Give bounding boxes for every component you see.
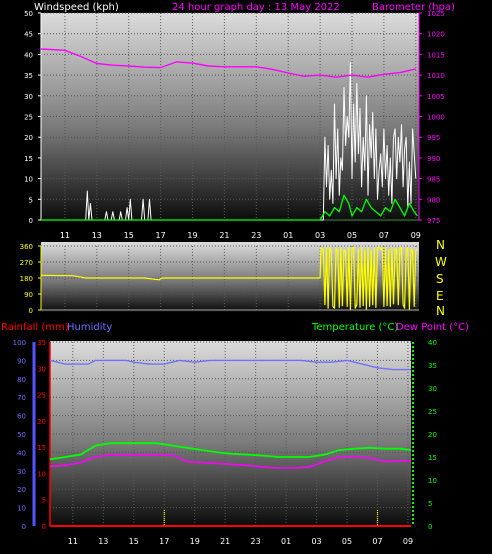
x-tick-label: 15 — [129, 537, 139, 546]
wind-tick-label: 15 — [24, 155, 33, 163]
rain-tick-label: 25 — [37, 392, 46, 400]
x-tick-label: 23 — [251, 231, 261, 240]
x-tick-label: 09 — [411, 231, 421, 240]
temperature-tick-label: 15 — [428, 454, 437, 462]
rain-tick-label: 20 — [37, 418, 46, 426]
rainfall-label: Rainfall (mm) — [1, 322, 69, 333]
graph-title: 24 hour graph day : 13 May 2022 — [172, 2, 340, 13]
wind-tick-label: 45 — [24, 31, 33, 39]
rain-tick-label: 0 — [42, 523, 46, 531]
humidity-tick-label: 50 — [17, 431, 26, 439]
compass-letter: W — [435, 255, 447, 269]
barometer-tick-label: 980 — [427, 196, 440, 204]
direction-tick-label: 360 — [20, 243, 33, 251]
wind-tick-label: 10 — [24, 176, 33, 184]
temperature-tick-label: 35 — [428, 362, 437, 370]
x-tick-label: 11 — [68, 537, 78, 546]
direction-tick-label: 90 — [24, 291, 33, 299]
x-tick-label: 19 — [187, 231, 197, 240]
x-tick-label: 21 — [219, 231, 229, 240]
humidity-tick-label: 20 — [17, 486, 26, 494]
temperature-label: Temperature (°C) — [311, 322, 398, 333]
barometer-tick-label: 1005 — [427, 93, 445, 101]
direction-tick-label: 270 — [20, 259, 33, 267]
barometer-tick-label: 1015 — [427, 51, 445, 59]
barometer-tick-label: 1020 — [427, 31, 445, 39]
humidity-tick-label: 30 — [17, 468, 26, 476]
x-tick-label: 09 — [403, 537, 413, 546]
x-tick-label: 13 — [92, 231, 102, 240]
compass-letter: E — [436, 289, 444, 303]
x-tick-label: 01 — [283, 231, 293, 240]
wind-tick-label: 25 — [24, 114, 33, 122]
temperature-tick-label: 20 — [428, 431, 437, 439]
humidity-tick-label: 10 — [17, 505, 26, 513]
x-tick-label: 15 — [124, 231, 134, 240]
rain-tick-label: 30 — [37, 365, 46, 373]
wind-tick-label: 35 — [24, 72, 33, 80]
humidity-label: Humidity — [67, 322, 112, 333]
barometer-tick-label: 990 — [427, 155, 440, 163]
wind-tick-label: 50 — [24, 10, 33, 18]
compass-letter: S — [436, 272, 444, 286]
x-tick-label: 01 — [281, 537, 291, 546]
compass-letter: N — [436, 304, 445, 318]
humidity-tick-label: 100 — [13, 339, 26, 347]
wind-tick-label: 20 — [24, 134, 33, 142]
temperature-tick-label: 25 — [428, 408, 437, 416]
x-tick-label: 05 — [342, 537, 352, 546]
humidity-tick-label: 80 — [17, 376, 26, 384]
weather-graph: Windspeed (kph) 24 hour graph day : 13 M… — [1, 2, 469, 546]
direction-tick-label: 0 — [29, 307, 33, 315]
rain-tick-label: 5 — [42, 497, 46, 505]
wind-tick-label: 0 — [29, 217, 33, 225]
barometer-tick-label: 1025 — [427, 10, 445, 18]
wind-tick-label: 5 — [29, 196, 33, 204]
barometer-tick-label: 995 — [427, 134, 440, 142]
temperature-tick-label: 30 — [428, 385, 437, 393]
barometer-tick-label: 985 — [427, 176, 440, 184]
rain-tick-label: 15 — [37, 444, 46, 452]
x-tick-label: 21 — [220, 537, 230, 546]
temperature-tick-label: 10 — [428, 477, 437, 485]
temperature-tick-label: 0 — [428, 523, 432, 531]
humidity-tick-label: 90 — [17, 357, 26, 365]
direction-tick-label: 180 — [20, 275, 33, 283]
dewpoint-label: Dew Point (°C) — [396, 322, 469, 333]
x-tick-label: 17 — [159, 537, 169, 546]
rain-tick-label: 35 — [37, 339, 46, 347]
rain-tick-label: 10 — [37, 470, 46, 478]
x-tick-label: 23 — [251, 537, 261, 546]
humidity-tick-label: 40 — [17, 449, 26, 457]
x-tick-label: 07 — [372, 537, 382, 546]
barometer-tick-label: 1010 — [427, 72, 445, 80]
wind-tick-label: 30 — [24, 93, 33, 101]
barometer-tick-label: 1000 — [427, 114, 445, 122]
wind-tick-label: 40 — [24, 51, 33, 59]
x-tick-label: 11 — [60, 231, 70, 240]
barometer-tick-label: 975 — [427, 217, 440, 225]
compass-letter: N — [436, 238, 445, 252]
x-tick-label: 05 — [347, 231, 357, 240]
temperature-tick-label: 40 — [428, 339, 437, 347]
x-tick-label: 07 — [379, 231, 389, 240]
x-tick-label: 03 — [315, 231, 325, 240]
humidity-tick-label: 70 — [17, 394, 26, 402]
windspeed-label: Windspeed (kph) — [34, 2, 119, 13]
humidity-tick-label: 60 — [17, 413, 26, 421]
x-tick-label: 03 — [311, 537, 321, 546]
humidity-tick-label: 0 — [22, 523, 26, 531]
temperature-tick-label: 5 — [428, 500, 432, 508]
wind-panel — [41, 13, 419, 222]
x-tick-label: 19 — [190, 537, 200, 546]
x-tick-label: 17 — [156, 231, 166, 240]
x-tick-label: 13 — [98, 537, 108, 546]
